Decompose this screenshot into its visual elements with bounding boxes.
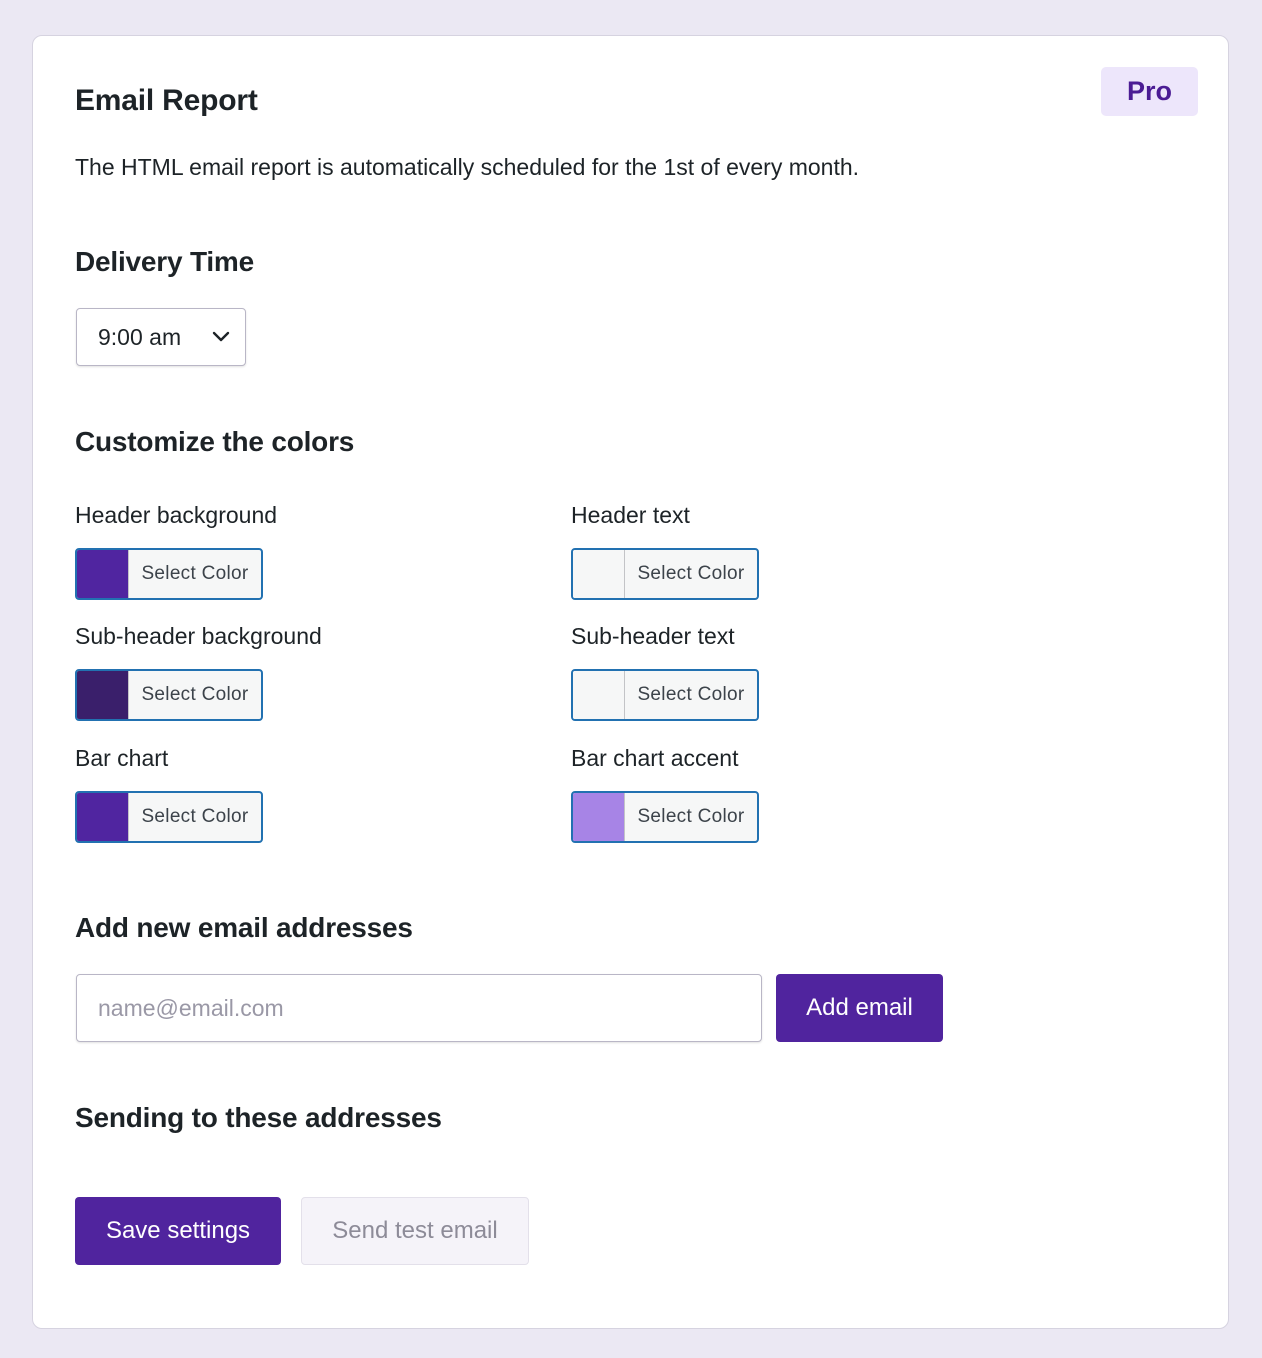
header-text-color-button[interactable]: Select Color [571, 548, 759, 600]
sub-header-background-swatch [77, 671, 129, 719]
pro-badge: Pro [1101, 67, 1198, 116]
recipients-heading: Sending to these addresses [75, 1102, 442, 1133]
sub-header-background-color-button[interactable]: Select Color [75, 669, 263, 721]
chevron-down-icon [212, 331, 230, 342]
add-email-heading: Add new email addresses [75, 912, 413, 943]
delivery-time-select[interactable]: 9:00 am [76, 308, 246, 366]
sub-header-text-swatch [573, 671, 625, 719]
select-color-label: Select Color [637, 806, 745, 827]
sub-header-text-label: Sub-header text [571, 623, 735, 649]
send-test-email-button[interactable]: Send test email [301, 1197, 529, 1265]
header-background-label: Header background [75, 502, 278, 528]
bar-chart-swatch [77, 793, 129, 841]
bar-chart-accent-label: Bar chart accent [571, 745, 739, 771]
header-text-label: Header text [571, 502, 690, 528]
select-color-label: Select Color [141, 684, 249, 705]
email-report-card: Pro Email Report The HTML email report i… [32, 35, 1229, 1329]
select-color-label: Select Color [637, 684, 745, 705]
header-text-swatch [573, 550, 625, 598]
select-color-label: Select Color [141, 806, 249, 827]
bar-chart-color-button[interactable]: Select Color [75, 791, 263, 843]
bar-chart-accent-swatch [573, 793, 625, 841]
select-color-label: Select Color [637, 563, 745, 584]
add-email-button[interactable]: Add email [776, 974, 943, 1042]
header-background-swatch [77, 550, 129, 598]
customize-colors-heading: Customize the colors [75, 426, 355, 457]
delivery-time-value: 9:00 am [98, 323, 182, 350]
page-description: The HTML email report is automatically s… [75, 154, 860, 180]
select-color-label: Select Color [141, 563, 249, 584]
bar-chart-accent-color-button[interactable]: Select Color [571, 791, 759, 843]
save-settings-button[interactable]: Save settings [75, 1197, 281, 1265]
bar-chart-label: Bar chart [75, 745, 169, 771]
sub-header-background-label: Sub-header background [75, 623, 322, 649]
header-background-color-button[interactable]: Select Color [75, 548, 263, 600]
delivery-time-heading: Delivery Time [75, 246, 254, 277]
sub-header-text-color-button[interactable]: Select Color [571, 669, 759, 721]
email-input[interactable] [76, 974, 762, 1042]
page-title: Email Report [75, 84, 258, 117]
